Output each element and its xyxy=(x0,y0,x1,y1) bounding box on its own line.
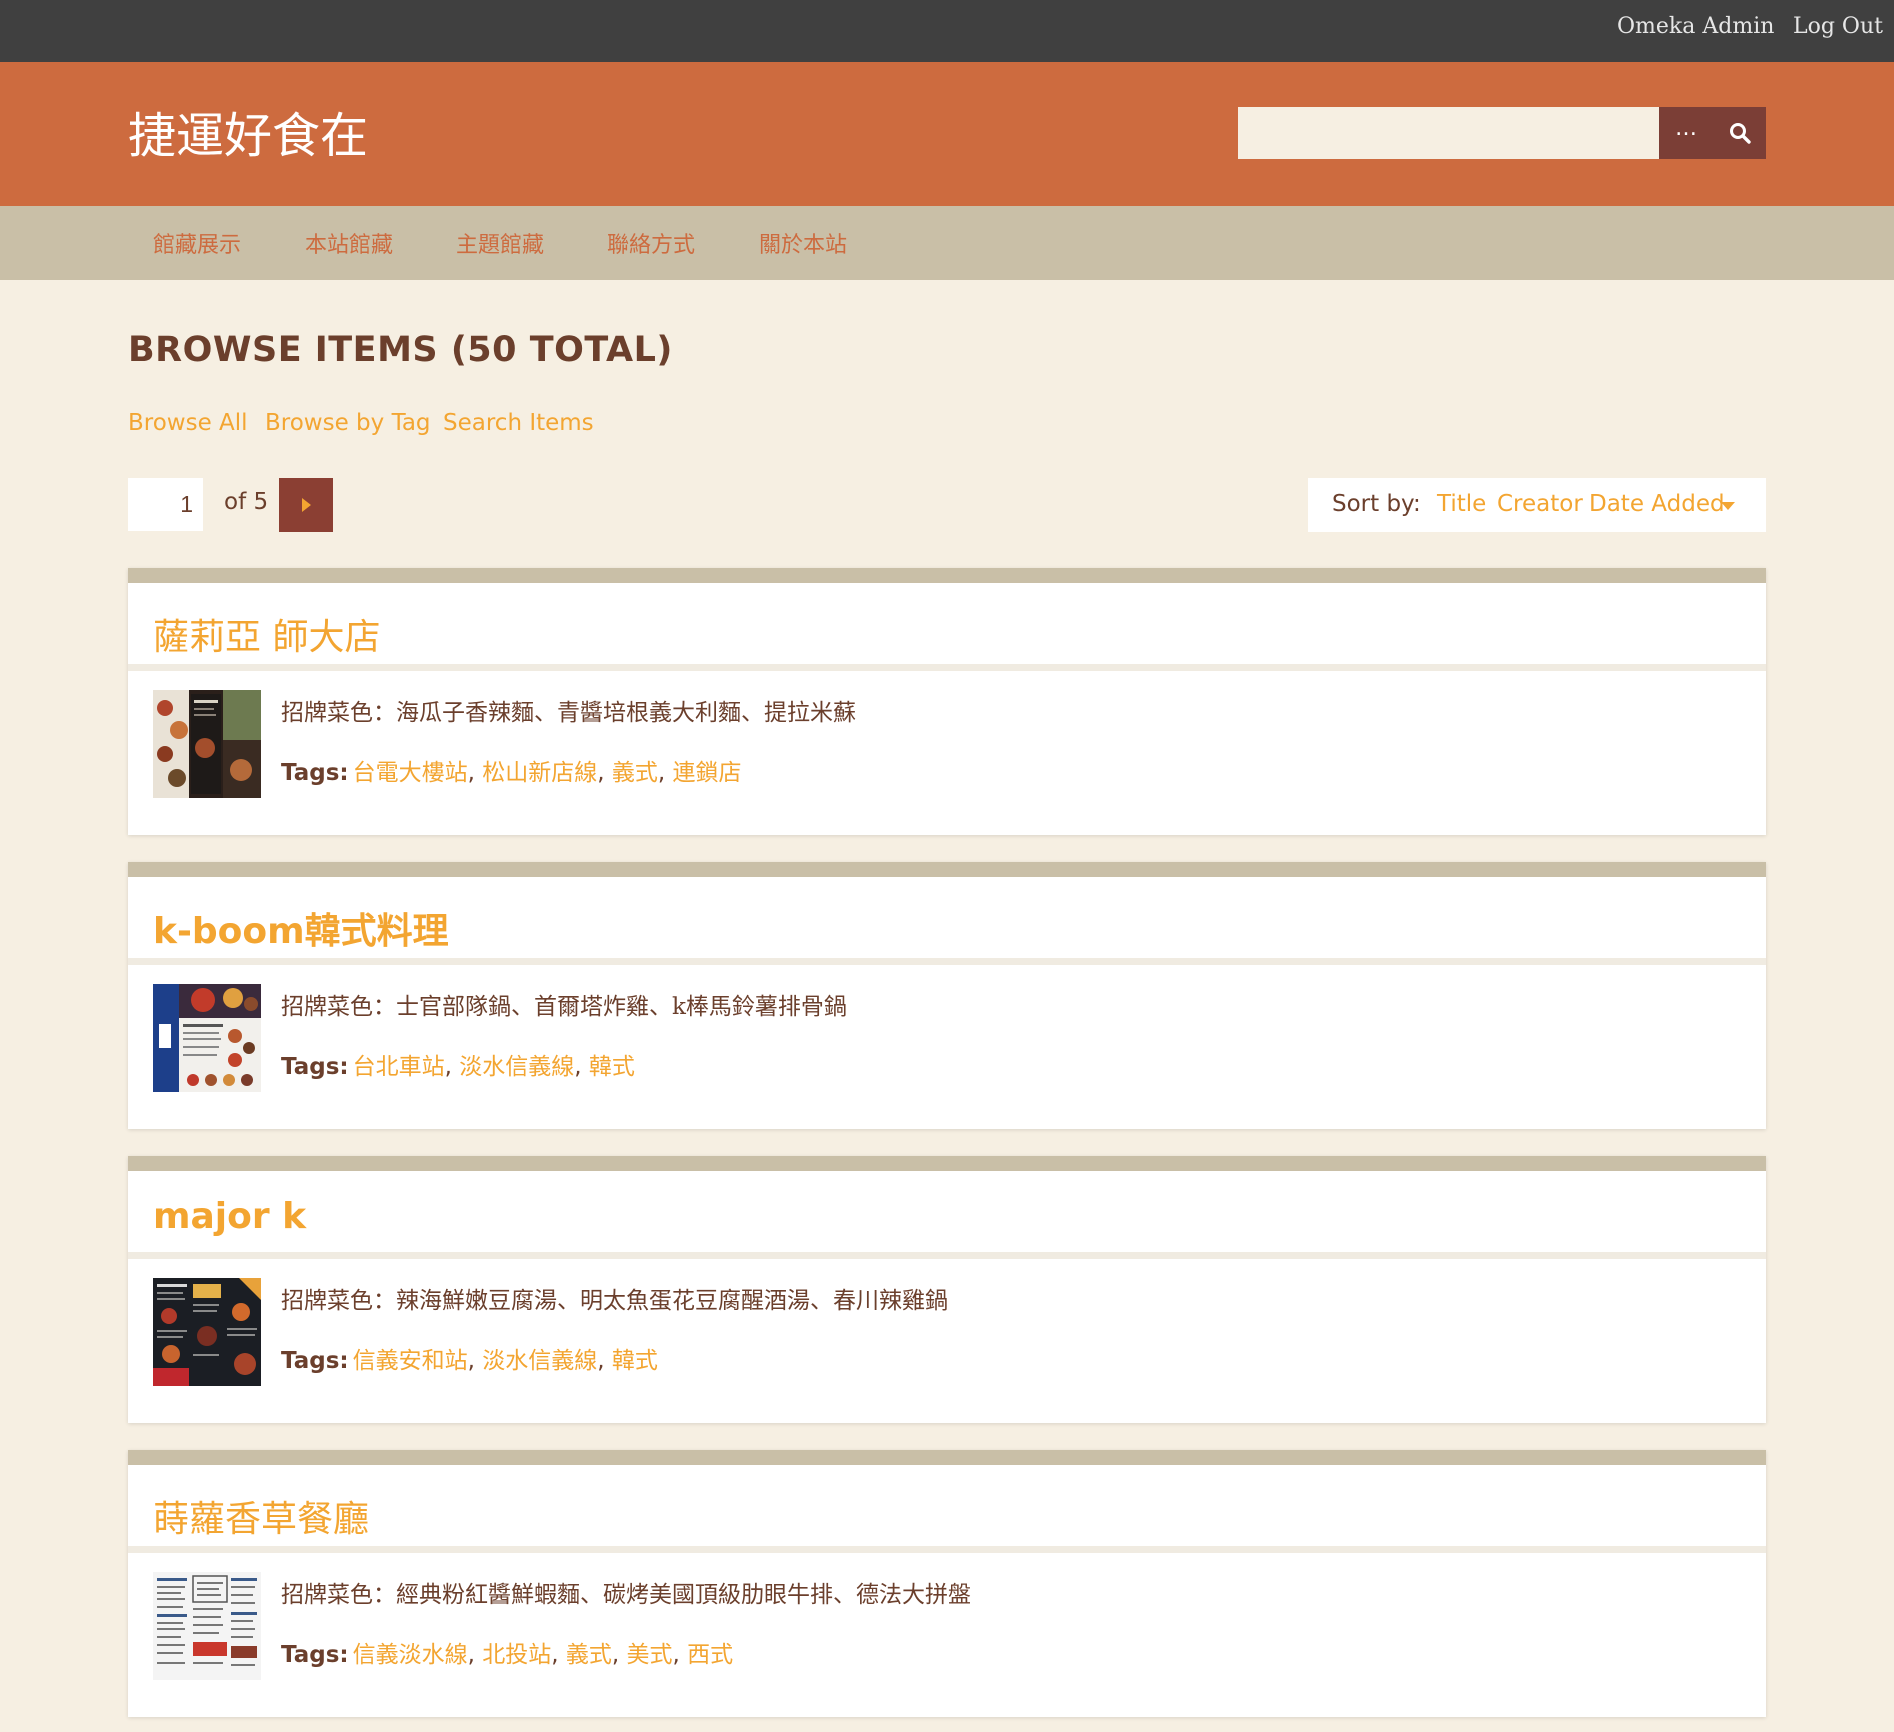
tags-label: Tags: xyxy=(281,1642,349,1668)
item-description: 招牌菜色：士官部隊鍋、首爾塔炸雞、k棒馬鈴薯排骨鍋 xyxy=(281,994,847,1020)
item-thumbnail[interactable] xyxy=(153,984,261,1092)
item-card-topbar xyxy=(128,568,1766,583)
item-card-topbar xyxy=(128,862,1766,877)
item-tags: Tags: 信義淡水線, 北投站, 義式, 美式, 西式 xyxy=(281,1642,734,1668)
item-card: k-boom韓式料理 招牌菜色：士官部隊鍋、首爾塔炸雞、k棒馬鈴薯排骨鍋 Tag… xyxy=(128,862,1766,1129)
next-page-button[interactable] xyxy=(279,478,333,532)
search-input[interactable] xyxy=(1238,107,1659,159)
nav-item-themed-collections[interactable]: 主題館藏 xyxy=(456,227,544,259)
omeka-admin-link[interactable]: Omeka Admin xyxy=(1617,14,1774,39)
nav-item-collection-items[interactable]: 本站館藏 xyxy=(305,227,393,259)
item-divider xyxy=(128,1252,1766,1259)
sort-descending-icon xyxy=(1721,502,1735,510)
sort-label: Sort by: xyxy=(1332,491,1421,517)
search-items-link[interactable]: Search Items xyxy=(443,410,594,436)
tags-label: Tags: xyxy=(281,1054,349,1080)
tags-label: Tags: xyxy=(281,1348,349,1374)
item-tags: Tags: 台北車站, 淡水信義線, 韓式 xyxy=(281,1054,635,1080)
nav-item-contact[interactable]: 聯絡方式 xyxy=(607,227,695,259)
site-title[interactable]: 捷運好食在 xyxy=(128,106,368,166)
browse-all-link[interactable]: Browse All xyxy=(128,410,248,436)
item-card: 蒔蘿香草餐廳 招牌菜色：經典粉紅醬鮮蝦麵、碳烤美國頂級肋眼牛排、德法大拼盤 Ta… xyxy=(128,1450,1766,1717)
tag-link[interactable]: 韓式 xyxy=(589,1054,635,1080)
item-description: 招牌菜色：經典粉紅醬鮮蝦麵、碳烤美國頂級肋眼牛排、德法大拼盤 xyxy=(281,1582,971,1608)
nav-item-about[interactable]: 關於本站 xyxy=(759,227,847,259)
page-count: of 5 xyxy=(224,489,269,515)
item-thumbnail[interactable] xyxy=(153,1278,261,1386)
tag-link[interactable]: 台北車站 xyxy=(353,1054,445,1080)
item-thumbnail[interactable] xyxy=(153,1572,261,1680)
tag-link[interactable]: 台電大樓站 xyxy=(353,760,468,786)
tag-link[interactable]: 淡水信義線 xyxy=(482,1348,597,1374)
page-number-input[interactable] xyxy=(128,478,203,531)
tag-link[interactable]: 連鎖店 xyxy=(672,760,741,786)
search-button[interactable] xyxy=(1713,107,1766,159)
tag-link[interactable]: 北投站 xyxy=(482,1642,551,1668)
nav-item-exhibits[interactable]: 館藏展示 xyxy=(153,227,241,259)
primary-nav: 館藏展示 本站館藏 主題館藏 聯絡方式 關於本站 xyxy=(0,206,1894,280)
item-description: 招牌菜色：辣海鮮嫩豆腐湯、明太魚蛋花豆腐醒酒湯、春川辣雞鍋 xyxy=(281,1288,948,1314)
item-card-topbar xyxy=(128,1450,1766,1465)
item-thumbnail[interactable] xyxy=(153,690,261,798)
item-card-topbar xyxy=(128,1156,1766,1171)
tag-link[interactable]: 義式 xyxy=(612,760,658,786)
tag-link[interactable]: 信義淡水線 xyxy=(353,1642,468,1668)
item-divider xyxy=(128,1546,1766,1553)
tag-link[interactable]: 信義安和站 xyxy=(353,1348,468,1374)
item-title[interactable]: major k xyxy=(153,1196,306,1237)
item-divider xyxy=(128,958,1766,965)
item-tags: Tags: 信義安和站, 淡水信義線, 韓式 xyxy=(281,1348,658,1374)
item-description: 招牌菜色：海瓜子香辣麵、青醬培根義大利麵、提拉米蘇 xyxy=(281,700,856,726)
item-card: 薩莉亞 師大店 招牌菜色：海瓜子香辣麵、青醬培根義大利麵、提拉米蘇 Tags: 台… xyxy=(128,568,1766,835)
admin-bar: Omeka Admin Log Out xyxy=(0,0,1894,62)
tag-link[interactable]: 淡水信義線 xyxy=(459,1054,574,1080)
site-header: 捷運好食在 … xyxy=(0,62,1894,206)
browse-by-tag-link[interactable]: Browse by Tag xyxy=(265,410,431,436)
sort-creator-link[interactable]: Creator xyxy=(1497,491,1583,517)
item-card: major k 招牌菜色：辣海鮮嫩豆腐湯、明太魚蛋花豆腐醒酒湯、春川辣雞鍋 Ta… xyxy=(128,1156,1766,1423)
item-divider xyxy=(128,664,1766,671)
tag-link[interactable]: 美式 xyxy=(626,1642,672,1668)
tag-link[interactable]: 義式 xyxy=(566,1642,612,1668)
sort-date-added-link[interactable]: Date Added xyxy=(1589,491,1725,517)
tags-label: Tags: xyxy=(281,760,349,786)
item-title[interactable]: 薩莉亞 師大店 xyxy=(153,608,380,660)
tag-link[interactable]: 韓式 xyxy=(612,1348,658,1374)
tag-link[interactable]: 松山新店線 xyxy=(482,760,597,786)
tag-link[interactable]: 西式 xyxy=(687,1642,733,1668)
item-title[interactable]: 蒔蘿香草餐廳 xyxy=(153,1490,369,1542)
item-tags: Tags: 台電大樓站, 松山新店線, 義式, 連鎖店 xyxy=(281,760,742,786)
item-title[interactable]: k-boom韓式料理 xyxy=(153,902,449,954)
logout-link[interactable]: Log Out xyxy=(1793,14,1883,39)
sort-title-link[interactable]: Title xyxy=(1437,491,1486,517)
search-icon xyxy=(1730,123,1751,144)
advanced-search-button[interactable]: … xyxy=(1659,107,1713,159)
sort-links: Sort by: Title Creator Date Added xyxy=(1308,478,1766,532)
page-title: BROWSE ITEMS (50 TOTAL) xyxy=(128,330,673,370)
